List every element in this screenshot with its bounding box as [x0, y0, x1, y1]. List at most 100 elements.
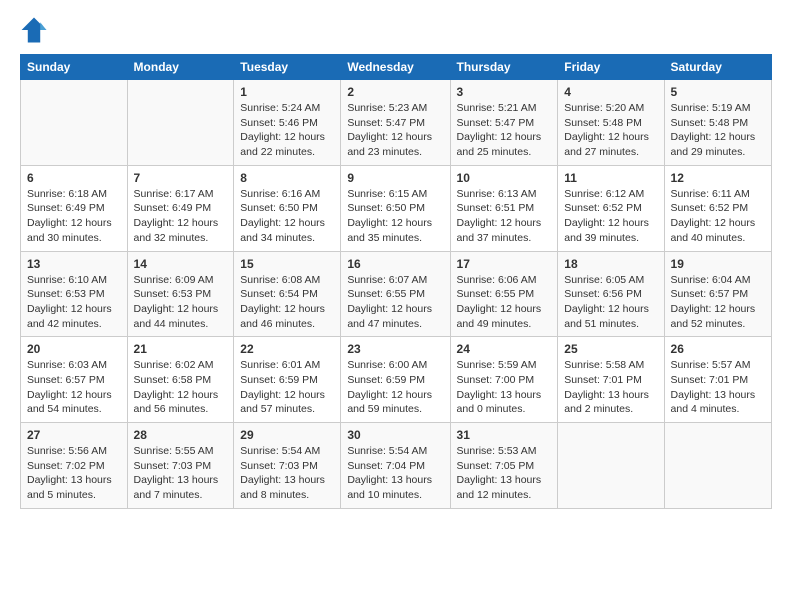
- day-info: Sunrise: 6:16 AM Sunset: 6:50 PM Dayligh…: [240, 187, 334, 246]
- day-info: Sunrise: 6:10 AM Sunset: 6:53 PM Dayligh…: [27, 273, 121, 332]
- day-cell: 29Sunrise: 5:54 AM Sunset: 7:03 PM Dayli…: [234, 423, 341, 509]
- day-info: Sunrise: 5:53 AM Sunset: 7:05 PM Dayligh…: [457, 444, 552, 503]
- day-number: 10: [457, 171, 552, 185]
- day-cell: 2 Sunrise: 5:23 AM Sunset: 5:47 PM Daylig…: [341, 80, 450, 166]
- day-cell: 22 Sunrise: 6:01 AM Sunset: 6:59 PM Dayli…: [234, 337, 341, 423]
- day-number: 22: [240, 342, 334, 356]
- day-cell: 18 Sunrise: 6:05 AM Sunset: 6:56 PM Dayli…: [558, 251, 664, 337]
- day-cell: 12 Sunrise: 6:11 AM Sunset: 6:52 PM Dayli…: [664, 165, 771, 251]
- day-info: Sunrise: 5:56 AM Sunset: 7:02 PM Dayligh…: [27, 444, 121, 503]
- day-info: Sunrise: 5:59 AM Sunset: 7:00 PM Dayligh…: [457, 358, 552, 417]
- day-info: Sunrise: 6:04 AM Sunset: 6:57 PM Dayligh…: [671, 273, 765, 332]
- day-cell: 6 Sunrise: 6:18 AM Sunset: 6:49 PM Daylig…: [21, 165, 128, 251]
- day-number: 16: [347, 257, 443, 271]
- day-info: Sunrise: 6:01 AM Sunset: 6:59 PM Dayligh…: [240, 358, 334, 417]
- logo-icon: [20, 16, 48, 44]
- day-cell: 28Sunrise: 5:55 AM Sunset: 7:03 PM Dayli…: [127, 423, 234, 509]
- day-number: 6: [27, 171, 121, 185]
- day-info: Sunrise: 6:13 AM Sunset: 6:51 PM Dayligh…: [457, 187, 552, 246]
- day-number: 23: [347, 342, 443, 356]
- day-number: 30: [347, 428, 443, 442]
- day-info: Sunrise: 6:00 AM Sunset: 6:59 PM Dayligh…: [347, 358, 443, 417]
- day-number: 24: [457, 342, 552, 356]
- day-info: Sunrise: 6:08 AM Sunset: 6:54 PM Dayligh…: [240, 273, 334, 332]
- header-cell-wednesday: Wednesday: [341, 55, 450, 80]
- calendar-table: SundayMondayTuesdayWednesdayThursdayFrid…: [20, 54, 772, 509]
- day-info: Sunrise: 5:20 AM Sunset: 5:48 PM Dayligh…: [564, 101, 657, 160]
- day-cell: [127, 80, 234, 166]
- day-number: 27: [27, 428, 121, 442]
- day-cell: 24 Sunrise: 5:59 AM Sunset: 7:00 PM Dayli…: [450, 337, 558, 423]
- week-row-2: 6 Sunrise: 6:18 AM Sunset: 6:49 PM Daylig…: [21, 165, 772, 251]
- day-info: Sunrise: 6:15 AM Sunset: 6:50 PM Dayligh…: [347, 187, 443, 246]
- day-cell: 17 Sunrise: 6:06 AM Sunset: 6:55 PM Dayli…: [450, 251, 558, 337]
- day-number: 11: [564, 171, 657, 185]
- day-number: 9: [347, 171, 443, 185]
- header: [20, 16, 772, 44]
- day-number: 21: [134, 342, 228, 356]
- day-info: Sunrise: 6:11 AM Sunset: 6:52 PM Dayligh…: [671, 187, 765, 246]
- day-number: 12: [671, 171, 765, 185]
- day-number: 29: [240, 428, 334, 442]
- day-cell: 19 Sunrise: 6:04 AM Sunset: 6:57 PM Dayli…: [664, 251, 771, 337]
- page: SundayMondayTuesdayWednesdayThursdayFrid…: [0, 0, 792, 612]
- day-cell: [21, 80, 128, 166]
- day-number: 25: [564, 342, 657, 356]
- week-row-1: 1Sunrise: 5:24 AM Sunset: 5:46 PM Daylig…: [21, 80, 772, 166]
- day-number: 7: [134, 171, 228, 185]
- day-cell: 30 Sunrise: 5:54 AM Sunset: 7:04 PM Dayli…: [341, 423, 450, 509]
- day-cell: 27 Sunrise: 5:56 AM Sunset: 7:02 PM Dayli…: [21, 423, 128, 509]
- header-cell-tuesday: Tuesday: [234, 55, 341, 80]
- day-number: 13: [27, 257, 121, 271]
- day-cell: 1Sunrise: 5:24 AM Sunset: 5:46 PM Daylig…: [234, 80, 341, 166]
- day-cell: [664, 423, 771, 509]
- day-number: 18: [564, 257, 657, 271]
- day-cell: 11 Sunrise: 6:12 AM Sunset: 6:52 PM Dayli…: [558, 165, 664, 251]
- day-cell: 9 Sunrise: 6:15 AM Sunset: 6:50 PM Daylig…: [341, 165, 450, 251]
- day-info: Sunrise: 6:02 AM Sunset: 6:58 PM Dayligh…: [134, 358, 228, 417]
- day-info: Sunrise: 6:09 AM Sunset: 6:53 PM Dayligh…: [134, 273, 228, 332]
- day-info: Sunrise: 5:19 AM Sunset: 5:48 PM Dayligh…: [671, 101, 765, 160]
- day-cell: 15 Sunrise: 6:08 AM Sunset: 6:54 PM Dayli…: [234, 251, 341, 337]
- day-number: 2: [347, 85, 443, 99]
- day-info: Sunrise: 5:58 AM Sunset: 7:01 PM Dayligh…: [564, 358, 657, 417]
- day-info: Sunrise: 6:03 AM Sunset: 6:57 PM Dayligh…: [27, 358, 121, 417]
- day-cell: [558, 423, 664, 509]
- day-cell: 23 Sunrise: 6:00 AM Sunset: 6:59 PM Dayli…: [341, 337, 450, 423]
- day-info: Sunrise: 5:54 AM Sunset: 7:04 PM Dayligh…: [347, 444, 443, 503]
- day-cell: 13 Sunrise: 6:10 AM Sunset: 6:53 PM Dayli…: [21, 251, 128, 337]
- day-info: Sunrise: 6:07 AM Sunset: 6:55 PM Dayligh…: [347, 273, 443, 332]
- day-info: Sunrise: 5:23 AM Sunset: 5:47 PM Dayligh…: [347, 101, 443, 160]
- day-number: 17: [457, 257, 552, 271]
- day-cell: 20 Sunrise: 6:03 AM Sunset: 6:57 PM Dayli…: [21, 337, 128, 423]
- day-number: 8: [240, 171, 334, 185]
- day-cell: 25 Sunrise: 5:58 AM Sunset: 7:01 PM Dayli…: [558, 337, 664, 423]
- day-info: Sunrise: 5:21 AM Sunset: 5:47 PM Dayligh…: [457, 101, 552, 160]
- day-number: 5: [671, 85, 765, 99]
- day-cell: 5 Sunrise: 5:19 AM Sunset: 5:48 PM Daylig…: [664, 80, 771, 166]
- header-row: SundayMondayTuesdayWednesdayThursdayFrid…: [21, 55, 772, 80]
- day-number: 15: [240, 257, 334, 271]
- day-number: 19: [671, 257, 765, 271]
- day-info: Sunrise: 6:12 AM Sunset: 6:52 PM Dayligh…: [564, 187, 657, 246]
- week-row-4: 20 Sunrise: 6:03 AM Sunset: 6:57 PM Dayli…: [21, 337, 772, 423]
- day-number: 26: [671, 342, 765, 356]
- header-cell-monday: Monday: [127, 55, 234, 80]
- day-info: Sunrise: 6:05 AM Sunset: 6:56 PM Dayligh…: [564, 273, 657, 332]
- day-cell: 10 Sunrise: 6:13 AM Sunset: 6:51 PM Dayli…: [450, 165, 558, 251]
- day-cell: 3Sunrise: 5:21 AM Sunset: 5:47 PM Daylig…: [450, 80, 558, 166]
- day-cell: 16 Sunrise: 6:07 AM Sunset: 6:55 PM Dayli…: [341, 251, 450, 337]
- day-info: Sunrise: 6:06 AM Sunset: 6:55 PM Dayligh…: [457, 273, 552, 332]
- day-number: 20: [27, 342, 121, 356]
- day-cell: 14Sunrise: 6:09 AM Sunset: 6:53 PM Dayli…: [127, 251, 234, 337]
- day-info: Sunrise: 5:57 AM Sunset: 7:01 PM Dayligh…: [671, 358, 765, 417]
- header-cell-thursday: Thursday: [450, 55, 558, 80]
- day-info: Sunrise: 5:55 AM Sunset: 7:03 PM Dayligh…: [134, 444, 228, 503]
- header-cell-sunday: Sunday: [21, 55, 128, 80]
- header-cell-friday: Friday: [558, 55, 664, 80]
- day-cell: 26 Sunrise: 5:57 AM Sunset: 7:01 PM Dayli…: [664, 337, 771, 423]
- day-number: 31: [457, 428, 552, 442]
- day-info: Sunrise: 6:18 AM Sunset: 6:49 PM Dayligh…: [27, 187, 121, 246]
- day-cell: 21 Sunrise: 6:02 AM Sunset: 6:58 PM Dayli…: [127, 337, 234, 423]
- day-cell: 7Sunrise: 6:17 AM Sunset: 6:49 PM Daylig…: [127, 165, 234, 251]
